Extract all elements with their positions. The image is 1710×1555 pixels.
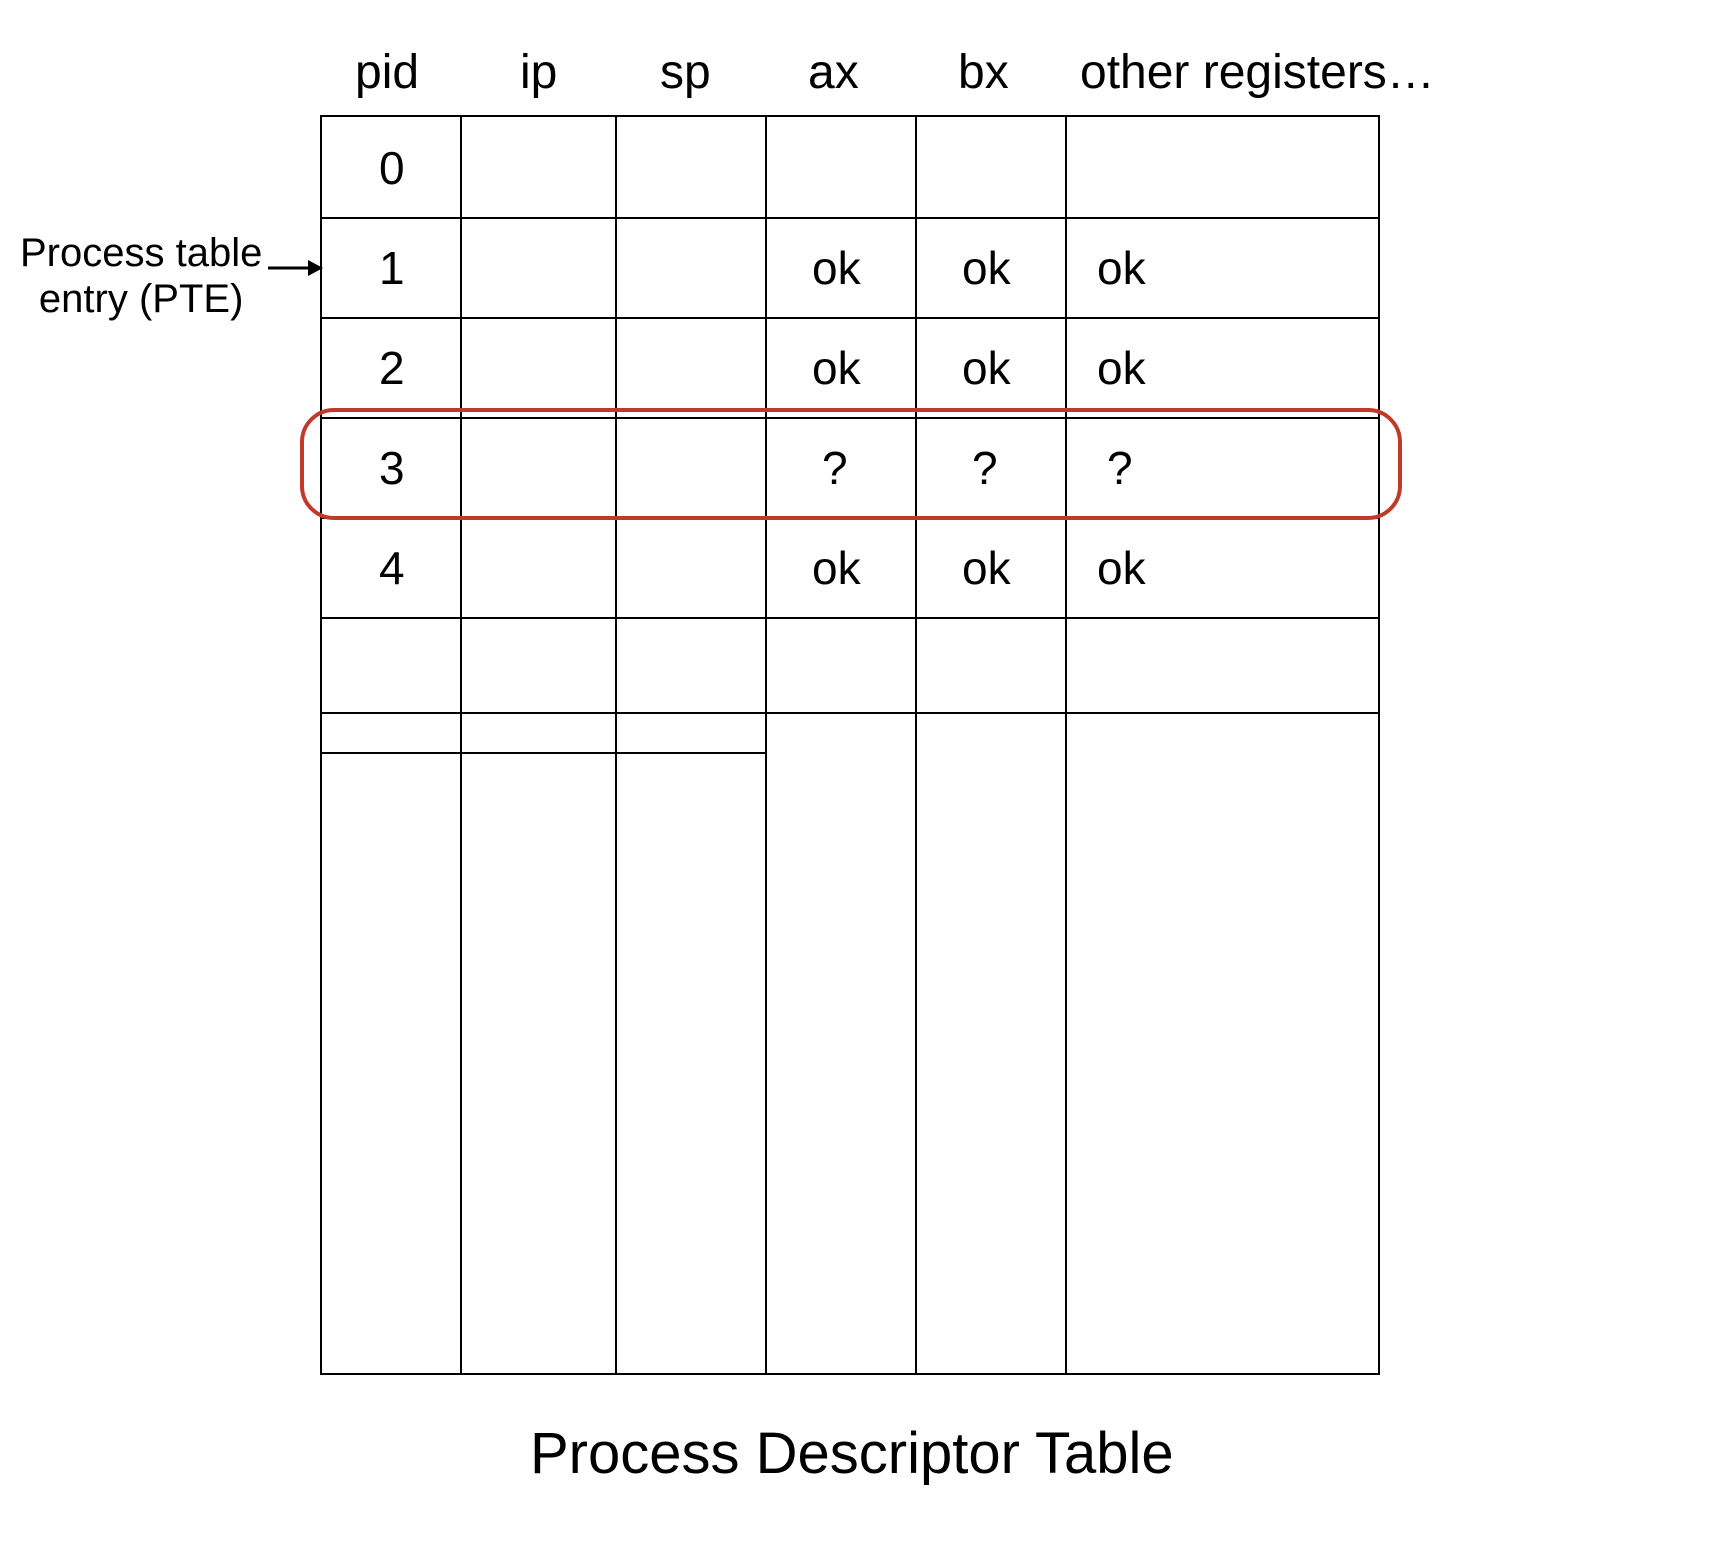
header-ax: ax <box>808 45 859 100</box>
header-bx: bx <box>958 45 1009 100</box>
header-other: other registers… <box>1080 45 1435 100</box>
cell-bx: ok <box>962 341 1011 395</box>
cell-ax: ? <box>822 441 848 495</box>
grid-hline <box>322 517 1378 519</box>
cell-other: ok <box>1097 341 1146 395</box>
cell-pid: 0 <box>379 141 405 195</box>
cell-other: ok <box>1097 541 1146 595</box>
grid-vline <box>1065 117 1067 1373</box>
cell-pid: 2 <box>379 341 405 395</box>
cell-ax: ok <box>812 541 861 595</box>
grid-vline <box>615 117 617 1373</box>
cell-ax: ok <box>812 341 861 395</box>
grid-hline <box>322 712 1378 714</box>
grid-vline <box>765 117 767 1373</box>
grid-vline <box>915 117 917 1373</box>
grid-hline <box>322 617 1378 619</box>
cell-other: ? <box>1107 441 1133 495</box>
diagram-canvas: pid ip sp ax bx other registers… 0 1 ok <box>0 0 1710 1555</box>
header-sp: sp <box>660 45 711 100</box>
header-ip: ip <box>520 45 557 100</box>
grid-hline-short <box>322 752 765 754</box>
grid-vline <box>460 117 462 1373</box>
cell-bx: ok <box>962 541 1011 595</box>
annotation-pte: Process table entry (PTE) <box>20 230 262 322</box>
grid-hline <box>322 417 1378 419</box>
grid-hline <box>322 217 1378 219</box>
annotation-line2: entry (PTE) <box>20 276 262 322</box>
cell-other: ok <box>1097 241 1146 295</box>
cell-pid: 1 <box>379 241 405 295</box>
header-pid: pid <box>355 45 419 100</box>
cell-bx: ok <box>962 241 1011 295</box>
cell-pid: 4 <box>379 541 405 595</box>
process-descriptor-table: 0 1 ok ok ok 2 ok ok ok 3 ? ? ? 4 ok ok … <box>320 115 1380 1375</box>
grid-hline <box>322 317 1378 319</box>
annotation-line1: Process table <box>20 230 262 276</box>
cell-bx: ? <box>972 441 998 495</box>
arrow-right-icon <box>268 255 323 285</box>
cell-ax: ok <box>812 241 861 295</box>
cell-pid: 3 <box>379 441 405 495</box>
table-caption: Process Descriptor Table <box>530 1420 1174 1487</box>
